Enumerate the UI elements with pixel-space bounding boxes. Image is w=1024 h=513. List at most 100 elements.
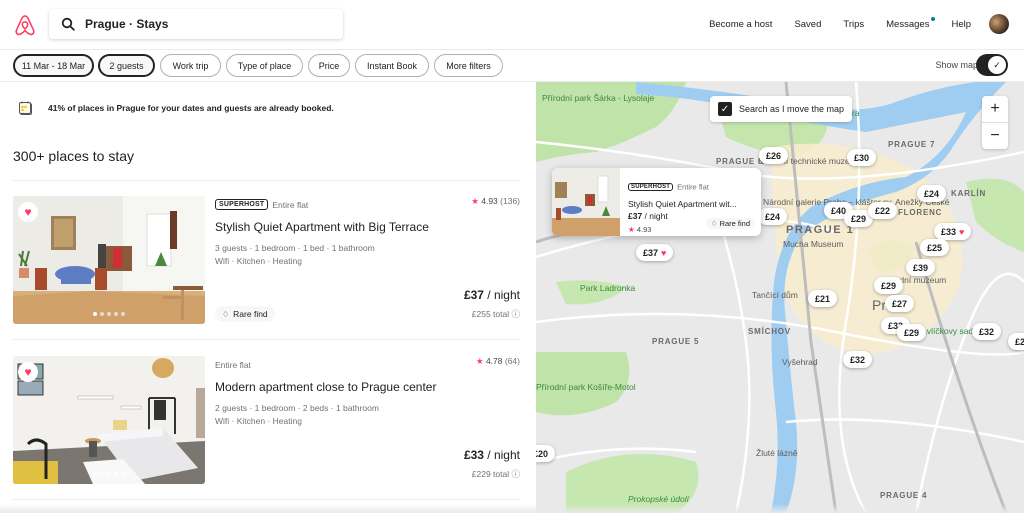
listing-rating: ★ 4.78 (64)	[475, 356, 520, 366]
star-icon: ★	[471, 196, 479, 206]
carousel-dots	[93, 472, 125, 476]
popup-type: Entire flat	[677, 182, 709, 192]
price-pin[interactable]: £33 ♥	[934, 223, 972, 240]
listing-details: 3 guests · 1 bedroom · 1 bed · 1 bathroo…	[215, 243, 375, 266]
heart-icon: ♥	[24, 205, 32, 219]
notification-dot	[931, 16, 936, 21]
listing-photo[interactable]: ♥	[13, 196, 205, 324]
listing-type: Entire flat	[215, 359, 251, 370]
nav-become-host[interactable]: Become a host	[709, 19, 772, 30]
map-label: PRAGUE 7	[888, 140, 936, 149]
top-nav: Become a host Saved Trips Messages Help	[709, 0, 1024, 48]
price-pin[interactable]: £28	[1008, 333, 1024, 350]
listing-price: £33 / night	[463, 448, 520, 462]
price-pin[interactable]: £27	[885, 295, 915, 312]
listing-details: 2 guests · 1 bedroom · 2 beds · 1 bathro…	[215, 403, 379, 426]
listing-type: Entire flat	[272, 199, 309, 210]
listing-title[interactable]: Modern apartment close to Prague center	[215, 380, 520, 394]
price-pin[interactable]: £21	[808, 290, 838, 307]
price-pin[interactable]: £20	[536, 445, 556, 462]
price-pin[interactable]: £22	[868, 202, 898, 219]
nav-saved[interactable]: Saved	[794, 19, 821, 30]
search-as-move-checkbox[interactable]: ✓ Search as I move the map	[710, 96, 853, 122]
filter-instant-book[interactable]: Instant Book	[355, 54, 429, 77]
map-label: PRAGUE 1	[786, 224, 855, 236]
search-bar[interactable]: Prague · Stays	[49, 9, 343, 39]
rare-find-badge: ♢ Rare find	[215, 306, 275, 322]
page-bottom-edge	[0, 504, 1024, 513]
price-pin[interactable]: £29	[874, 277, 904, 294]
save-heart-button[interactable]: ♥	[18, 362, 38, 382]
filter-dates[interactable]: 11 Mar - 18 Mar	[13, 54, 94, 77]
listing-info: SUPERHOST Entire flat ★ 4.93 (136) Stylis…	[215, 196, 520, 324]
map-label: Přírodní park Košíře-Motol	[536, 382, 636, 392]
listing-rating: ★ 4.93 (136)	[471, 196, 520, 206]
map-label: PRAGUE 5	[652, 337, 700, 346]
check-icon: ✓	[988, 56, 1006, 74]
nav-help[interactable]: Help	[951, 19, 971, 30]
price-pin[interactable]: £32	[843, 351, 873, 368]
listing-total[interactable]: £255 total ⓘ	[472, 308, 520, 320]
calendar-icon	[19, 101, 32, 115]
zoom-out-button[interactable]: −	[982, 123, 1008, 149]
filter-more-filters[interactable]: More filters	[434, 54, 503, 77]
price-pin[interactable]: £24	[758, 208, 788, 225]
price-pin[interactable]: £30	[847, 149, 877, 166]
price-pin[interactable]: £32	[972, 323, 1002, 340]
filter-price[interactable]: Price	[308, 54, 350, 77]
listing-card[interactable]: ♥ Entire flat ★ 4.78 (64) Modern apartme…	[13, 356, 520, 486]
map[interactable]: Přírodní park Šárka - Lysolaje Královská…	[536, 82, 1024, 513]
zoom-in-button[interactable]: +	[982, 96, 1008, 122]
airbnb-logo-icon[interactable]	[14, 13, 36, 37]
listing-title[interactable]: Stylish Quiet Apartment with Big Terrace	[215, 220, 520, 234]
price-pin[interactable]: £26	[759, 147, 789, 164]
popup-photo	[552, 168, 620, 236]
map-label: PRAGUE 6	[716, 157, 764, 166]
price-pin[interactable]: £39	[906, 259, 936, 276]
save-heart-button[interactable]: ♥	[18, 202, 38, 222]
notice-text: 41% of places in Prague for your dates a…	[48, 103, 334, 113]
filter-work-trip[interactable]: Work trip	[160, 54, 221, 77]
filter-type-of-place[interactable]: Type of place	[226, 54, 303, 77]
divider	[13, 339, 520, 340]
filter-guests[interactable]: 2 guests	[98, 54, 155, 77]
show-map-toggle[interactable]: ✓	[976, 54, 1008, 76]
heart-icon: ♥	[959, 226, 965, 237]
results-panel: 41% of places in Prague for your dates a…	[0, 82, 536, 513]
diamond-icon: ♢	[222, 309, 230, 319]
popup-title: Stylish Quiet Apartment wit...	[628, 199, 737, 209]
map-label: Prokopské údolí	[628, 494, 689, 504]
map-label: Národní galerie Praha – klášter sv. Anež…	[763, 197, 950, 207]
listing-photo[interactable]: ♥	[13, 356, 205, 484]
heart-icon: ♥	[661, 247, 667, 258]
show-map-label: Show map	[935, 60, 978, 70]
search-icon	[61, 17, 75, 31]
map-label: FLORENC	[898, 208, 943, 217]
map-label: Tančící dům	[752, 290, 798, 300]
star-icon: ★	[628, 225, 635, 234]
nav-trips[interactable]: Trips	[843, 19, 864, 30]
listing-card[interactable]: ♥ SUPERHOST Entire flat ★ 4.93 (136) Styl…	[13, 196, 520, 326]
top-bar: Prague · Stays Become a host Saved Trips…	[0, 0, 1024, 50]
results-count-heading: 300+ places to stay	[13, 148, 135, 164]
help-icon: ⓘ	[511, 469, 520, 479]
price-pin[interactable]: £25	[920, 239, 950, 256]
listing-photo-image	[13, 196, 205, 324]
rare-find-badge: ♢ Rare find	[705, 218, 755, 229]
checkbox-checked-icon: ✓	[718, 102, 732, 116]
avatar[interactable]	[989, 14, 1009, 34]
map-label: Vyšehrad	[782, 357, 818, 367]
nav-messages-label: Messages	[886, 18, 930, 30]
nav-messages[interactable]: Messages	[886, 16, 936, 30]
map-zoom-controls: + −	[982, 96, 1008, 149]
listing-total[interactable]: £229 total ⓘ	[472, 468, 520, 480]
price-pin[interactable]: £29	[897, 324, 927, 341]
carousel-dots	[93, 312, 125, 316]
superhost-badge: SUPERHOST	[215, 199, 269, 211]
search-as-move-label: Search as I move the map	[739, 104, 845, 114]
price-pin[interactable]: £37 ♥	[636, 244, 674, 261]
divider	[13, 499, 520, 500]
price-pin[interactable]: £24	[917, 185, 947, 202]
map-label: PRAGUE 4	[880, 491, 928, 500]
map-listing-popup[interactable]: SUPERHOST Entire flat Stylish Quiet Apart…	[552, 168, 761, 236]
